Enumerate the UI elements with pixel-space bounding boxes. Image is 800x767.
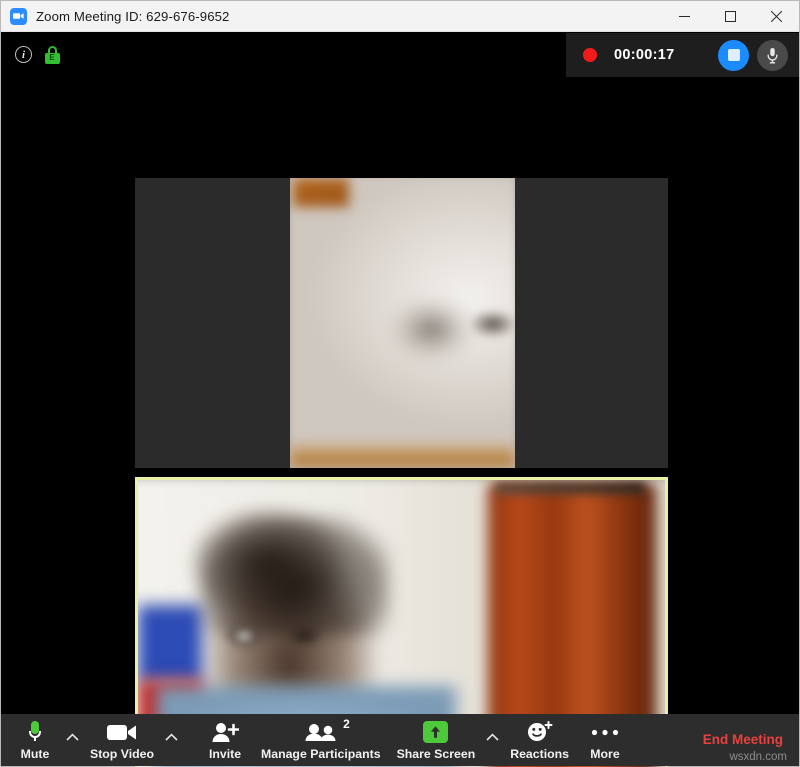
green-lock-icon[interactable]: E: [44, 45, 60, 64]
info-icon[interactable]: i: [15, 46, 32, 63]
end-meeting-button[interactable]: End Meeting: [703, 732, 783, 747]
zoom-meeting-window: Zoom Meeting ID: 629-676-9652 i E 00:00:…: [0, 0, 800, 767]
watermark: wsxdn.com: [729, 751, 787, 763]
more-ellipsis-icon: [591, 720, 619, 744]
video-top-letterbox-right: [515, 178, 668, 468]
toolbar-item-invite[interactable]: Invite: [205, 714, 245, 761]
toolbar-label-manage-participants: Manage Participants: [261, 747, 381, 761]
titlebar: Zoom Meeting ID: 629-676-9652: [1, 1, 799, 32]
meeting-info-group: i E: [1, 45, 60, 64]
audio-options-caret-icon[interactable]: [55, 728, 90, 746]
lock-body: E: [44, 52, 60, 64]
meeting-toolbar: Mute Stop Video Invite 2 Manage Particip…: [1, 714, 799, 766]
video-top-beam: [293, 178, 349, 207]
add-person-icon: [211, 720, 239, 744]
toolbar-item-mute[interactable]: Mute: [15, 714, 55, 761]
reactions-smiley-icon: [527, 720, 553, 744]
video-top-ceiling-fan: [470, 311, 515, 338]
video-bottom-chair-blue: [138, 605, 202, 683]
share-options-caret-icon[interactable]: [475, 728, 510, 746]
recording-mic-button[interactable]: [757, 39, 788, 71]
participant-video-top[interactable]: [135, 178, 668, 468]
toolbar-item-share-screen[interactable]: Share Screen: [396, 714, 476, 761]
participants-count-badge: 2: [343, 717, 350, 731]
recording-panel: 00:00:17: [566, 33, 799, 77]
microphone-green-icon: [28, 720, 42, 744]
record-dot-icon: [583, 48, 597, 62]
maximize-button[interactable]: [707, 1, 753, 32]
minimize-button[interactable]: [661, 1, 707, 32]
toolbar-label-stop-video: Stop Video: [90, 747, 154, 761]
video-bottom-curtain-rod: [495, 482, 645, 494]
info-icon-glyph: i: [21, 48, 26, 61]
video-bottom-person-glasses: [224, 620, 336, 652]
close-button[interactable]: [753, 1, 799, 32]
participants-icon: 2: [305, 717, 350, 744]
toolbar-item-stop-video[interactable]: Stop Video: [90, 714, 154, 761]
meeting-topbar: i E 00:00:17: [1, 32, 799, 77]
toolbar-item-reactions[interactable]: Reactions: [510, 714, 569, 761]
titlebar-left: Zoom Meeting ID: 629-676-9652: [1, 7, 661, 25]
toolbar-item-more[interactable]: More: [585, 714, 625, 761]
zoom-logo-icon: [10, 7, 27, 25]
stop-recording-icon: [727, 49, 740, 61]
video-top-floor: [290, 440, 515, 468]
window-title: Zoom Meeting ID: 629-676-9652: [36, 8, 230, 24]
toolbar-label-share-screen: Share Screen: [396, 747, 476, 761]
video-top-letterbox-left: [135, 178, 290, 468]
toolbar-item-manage-participants[interactable]: 2 Manage Participants: [261, 714, 381, 761]
share-screen-icon: [423, 720, 449, 744]
toolbar-label-more: More: [590, 747, 620, 761]
toolbar-label-invite: Invite: [208, 747, 242, 761]
toolbar-label-mute: Mute: [20, 747, 50, 761]
video-stage: [1, 77, 799, 767]
stop-recording-button[interactable]: [718, 39, 749, 71]
microphone-icon: [767, 47, 778, 63]
video-options-caret-icon[interactable]: [154, 728, 189, 746]
recording-elapsed-time: 00:00:17: [614, 47, 675, 63]
video-bottom-person-hair: [200, 516, 390, 636]
window-controls: [661, 1, 799, 32]
video-camera-icon: [107, 720, 137, 744]
toolbar-label-reactions: Reactions: [510, 747, 569, 761]
